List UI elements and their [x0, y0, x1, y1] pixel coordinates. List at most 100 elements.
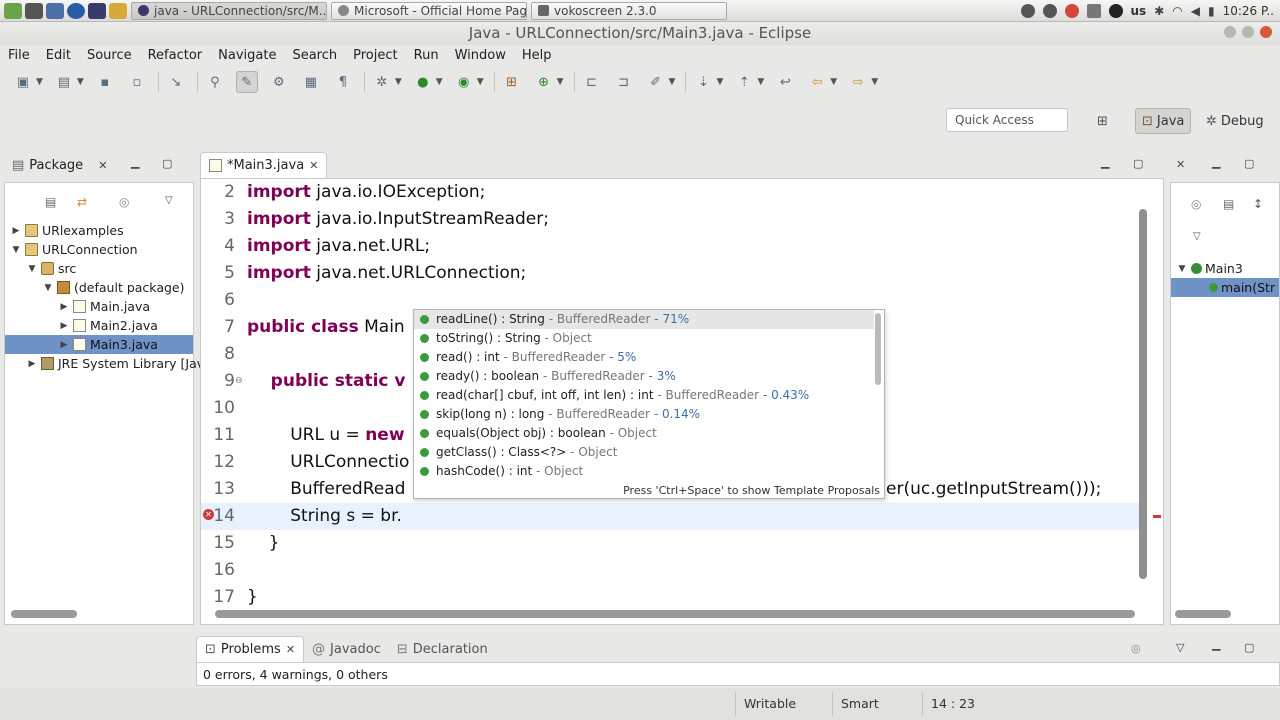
code-line[interactable]: 3 import java.io.InputStreamReader; — [201, 206, 1141, 233]
code-line[interactable]: 17} — [201, 584, 1141, 611]
prev-annotation-dropdown-icon[interactable]: ▼ — [757, 77, 764, 87]
maximize-icon[interactable]: ▢ — [162, 157, 172, 170]
close-icon[interactable]: ✕ — [1176, 158, 1185, 171]
tree-item[interactable]: ▼ URLConnection — [5, 240, 138, 259]
new-java-project-icon[interactable]: ⊞ — [501, 71, 523, 93]
tree-item[interactable]: ▶ Main2.java — [5, 316, 158, 335]
quick-access-input[interactable]: Quick Access — [946, 108, 1068, 132]
proposal-item[interactable]: read() : int - BufferedReader - 5% — [414, 348, 874, 367]
close-icon[interactable]: ✕ — [309, 159, 318, 172]
proposal-item[interactable]: read(char[] cbuf, int off, int len) : in… — [414, 386, 874, 405]
menu-edit[interactable]: Edit — [38, 48, 79, 63]
code-line[interactable]: 15 } — [201, 530, 1141, 557]
menu-source[interactable]: Source — [79, 48, 140, 63]
skype-icon[interactable] — [1108, 4, 1123, 18]
search-dropdown-icon[interactable]: ▼ — [669, 77, 676, 87]
volume-icon[interactable]: ◀ — [1191, 4, 1200, 18]
next-annotation-dropdown-icon[interactable]: ▼ — [716, 77, 723, 87]
sort-icon[interactable]: ↕ — [1253, 197, 1263, 211]
save-icon[interactable]: ▪ — [94, 71, 116, 93]
run-icon[interactable]: ● — [412, 71, 434, 93]
open-icon[interactable]: ▤ — [53, 71, 75, 93]
proposal-item[interactable]: skip(long n) : long - BufferedReader - 0… — [414, 405, 874, 424]
view-menu-icon[interactable]: ▽ — [165, 195, 173, 206]
code-line[interactable]: 5 import java.net.URLConnection; — [201, 260, 1141, 287]
clipboard-icon[interactable] — [1086, 4, 1101, 18]
eclipse-icon[interactable] — [88, 2, 106, 19]
focus-icon[interactable]: ◎ — [1131, 642, 1141, 655]
close-icon[interactable]: ✕ — [98, 159, 107, 172]
debug-dropdown-icon[interactable]: ▼ — [395, 77, 402, 87]
tab-javadoc[interactable]: @ Javadoc — [304, 636, 389, 662]
menu-refactor[interactable]: Refactor — [140, 48, 211, 63]
tree-item[interactable]: ▼ (default package) — [5, 278, 185, 297]
error-icon[interactable]: ✕ — [203, 509, 214, 520]
prev-annotation-icon[interactable]: ⇡ — [733, 71, 755, 93]
collapse-icon[interactable]: ▼ — [11, 245, 21, 255]
code-line[interactable]: 2 import java.io.IOException; — [201, 179, 1141, 206]
tab-main3-java[interactable]: *Main3.java ✕ — [200, 152, 328, 178]
task-eclipse[interactable]: java - URLConnection/src/M... — [131, 1, 327, 20]
proposal-item[interactable]: hashCode() : int - Object — [414, 462, 874, 481]
clock[interactable]: 10:26 P.. — [1223, 4, 1274, 18]
menu-file[interactable]: File — [0, 48, 38, 63]
tab-package-explorer[interactable]: ▤ Package ✕ — [4, 152, 115, 178]
maximize-icon[interactable]: ▢ — [1133, 157, 1143, 170]
code-line-current[interactable]: 14 String s = br. — [201, 503, 1141, 530]
tree-item[interactable]: ▶ URlexamples — [5, 221, 124, 240]
expand-icon[interactable]: ▶ — [11, 226, 21, 236]
proposal-item[interactable]: readLine() : String - BufferedReader - 7… — [414, 310, 874, 329]
wifi-icon[interactable]: ◠ — [1172, 4, 1182, 18]
chrome-icon[interactable] — [1064, 4, 1079, 18]
collapse-icon[interactable]: ▼ — [43, 283, 53, 293]
bluetooth-icon[interactable]: ✱ — [1154, 4, 1164, 18]
maximize-icon[interactable]: ▢ — [1244, 157, 1254, 170]
new-class-dropdown-icon[interactable]: ▼ — [557, 77, 564, 87]
proposal-item[interactable]: equals(Object obj) : boolean - Object — [414, 424, 874, 443]
code-line[interactable]: 4 import java.net.URL; — [201, 233, 1141, 260]
run-dropdown-icon[interactable]: ▼ — [436, 77, 443, 87]
vertical-scrollbar[interactable] — [1139, 209, 1147, 579]
task-vokoscreen[interactable]: vokoscreen 2.3.0 — [531, 1, 727, 20]
maximize-window-icon[interactable] — [1242, 26, 1254, 38]
new-icon[interactable]: ▣ — [12, 71, 34, 93]
last-edit-icon[interactable]: ↩ — [774, 71, 796, 93]
minimize-icon[interactable]: ▁ — [1212, 638, 1220, 651]
fold-icon[interactable]: ⊖ — [235, 376, 243, 386]
menu-help[interactable]: Help — [514, 48, 560, 63]
terminal-icon[interactable] — [25, 2, 43, 19]
close-icon[interactable]: ✕ — [286, 643, 295, 656]
proposal-item[interactable]: ready() : boolean - BufferedReader - 3% — [414, 367, 874, 386]
collapse-all-icon[interactable]: ▤ — [45, 195, 56, 209]
view-menu-icon[interactable]: ▽ — [1193, 231, 1201, 242]
app-menu-icon[interactable] — [4, 2, 22, 19]
open-task-icon[interactable]: ⚲ — [204, 71, 226, 93]
paragraph-icon[interactable]: ¶ — [332, 71, 354, 93]
horizontal-scrollbar[interactable] — [1175, 610, 1231, 618]
tree-item[interactable]: ▶ Main.java — [5, 297, 150, 316]
files-icon[interactable] — [46, 2, 64, 19]
tree-item-selected[interactable]: ▶ Main3.java — [5, 335, 193, 354]
debug-icon[interactable]: ✲ — [371, 71, 393, 93]
outline-item[interactable]: ▼ Main3 — [1171, 259, 1243, 278]
popup-scrollbar[interactable] — [875, 313, 881, 385]
external-tools-dropdown-icon[interactable]: ▼ — [477, 77, 484, 87]
tab-problems[interactable]: ⊡ Problems ✕ — [196, 636, 305, 662]
forward-icon[interactable]: ⇨ — [847, 71, 869, 93]
new-dropdown-icon[interactable]: ▼ — [36, 77, 43, 87]
menu-project[interactable]: Project — [345, 48, 405, 63]
folder-icon[interactable] — [109, 2, 127, 19]
record-icon[interactable] — [1020, 4, 1035, 18]
open-resource-icon[interactable]: ⊐ — [613, 71, 635, 93]
minimize-window-icon[interactable] — [1224, 26, 1236, 38]
battery-icon[interactable]: ▮ — [1208, 4, 1215, 18]
menu-search[interactable]: Search — [284, 48, 345, 63]
collapse-icon[interactable]: ▼ — [27, 264, 37, 274]
collapse-all-icon[interactable]: ▤ — [1223, 197, 1234, 211]
back-dropdown-icon[interactable]: ▼ — [830, 77, 837, 87]
pause-icon[interactable] — [1042, 4, 1057, 18]
tree-item[interactable]: ▼ src — [5, 259, 77, 278]
expand-icon[interactable]: ▶ — [59, 321, 69, 331]
maximize-icon[interactable]: ▢ — [1244, 641, 1254, 654]
browser-icon[interactable] — [67, 2, 85, 19]
